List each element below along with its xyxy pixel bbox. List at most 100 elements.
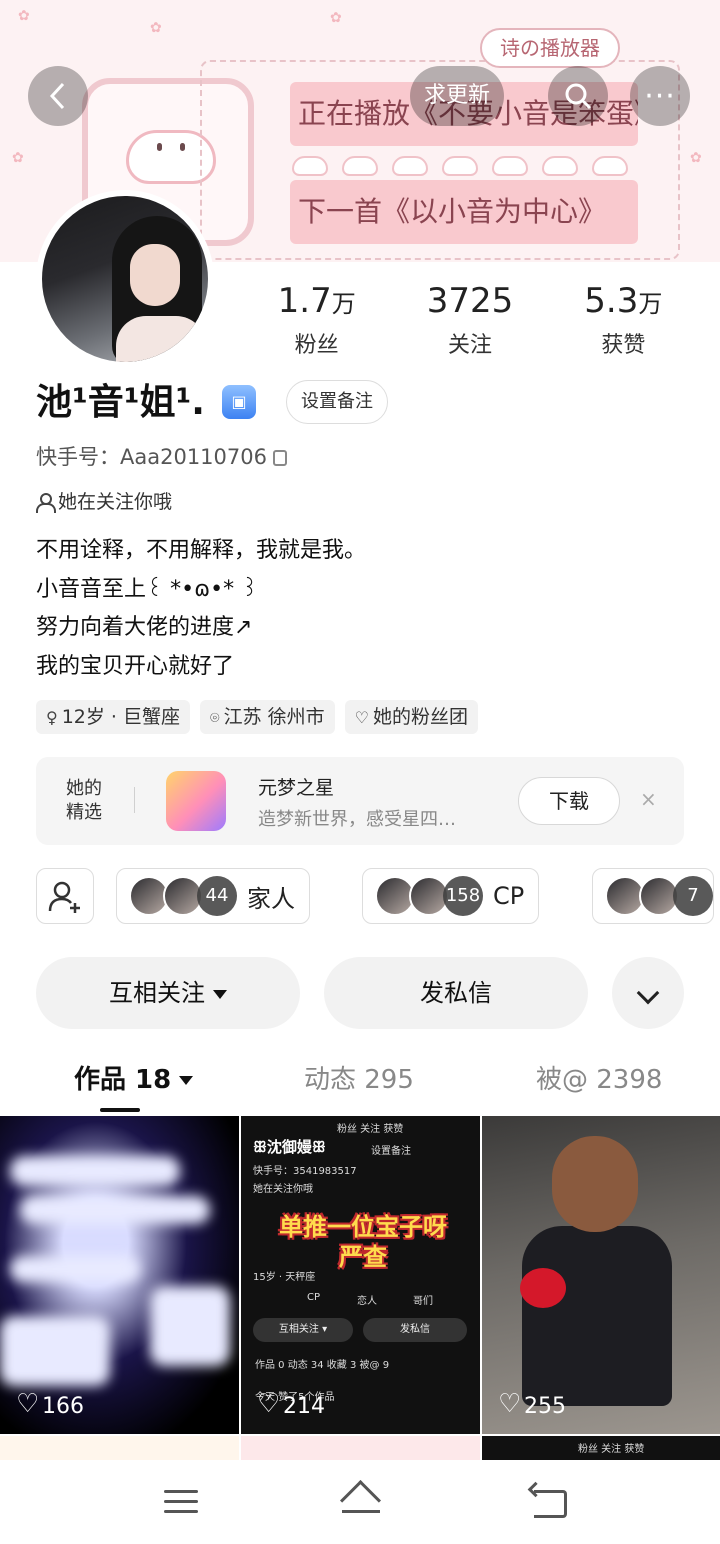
- stat-fans[interactable]: 1.7万 粉丝: [240, 280, 393, 359]
- circle-name: 家人: [247, 884, 295, 913]
- app-description: 造梦新世界，感受星四…: [258, 809, 456, 830]
- expand-button[interactable]: [612, 957, 684, 1029]
- bio-line: 努力向着大佬的进度↗: [36, 615, 253, 640]
- verified-badge-icon[interactable]: ▣: [222, 385, 256, 419]
- work-thumbnail[interactable]: 粉丝 关注 获赞 ꕥ沈御嫚ꕥ 设置备注 快手号：3541983517 她在关注你…: [241, 1116, 480, 1434]
- works-grid: 166 粉丝 关注 获赞 ꕥ沈御嫚ꕥ 设置备注 快手号：3541983517 她…: [0, 1116, 720, 1434]
- tag-text: 12岁 · 巨蟹座: [61, 706, 181, 728]
- back-button[interactable]: [28, 66, 88, 126]
- more-options-button[interactable]: ···: [630, 66, 690, 126]
- stat-likes[interactable]: 5.3万 获赞: [547, 280, 700, 359]
- search-button[interactable]: [548, 66, 608, 126]
- chevron-down-icon: [636, 981, 660, 1005]
- works-grid-row-2: 粉丝 关注 获赞: [0, 1436, 720, 1460]
- more-dots-icon: ···: [644, 78, 676, 114]
- like-count: 255: [498, 1391, 566, 1420]
- add-friend-button[interactable]: [36, 868, 94, 924]
- tag-location[interactable]: ⌾ 江苏 徐州市: [200, 700, 335, 734]
- circle-count: 7: [673, 876, 713, 916]
- system-nav-bar: [0, 1460, 720, 1544]
- like-count: 214: [257, 1391, 325, 1420]
- bio-line: 不用诠释，不用解释，我就是我。: [36, 538, 367, 563]
- rose-image: [520, 1268, 566, 1308]
- stat-label: 关注: [447, 333, 492, 358]
- tab-works[interactable]: 作品 18: [74, 1056, 194, 1104]
- mini-id: 快手号：3541983517: [253, 1166, 357, 1177]
- divider: [134, 787, 135, 813]
- tag-fan-club[interactable]: ♡ 她的粉丝团: [344, 700, 479, 734]
- work-thumbnail[interactable]: [241, 1436, 480, 1460]
- caret-down-icon: [179, 1076, 194, 1085]
- overlay-caption: 单推一位宝子呀 严查: [263, 1212, 463, 1272]
- set-remark-button[interactable]: 设置备注: [286, 380, 388, 424]
- avatar[interactable]: [36, 190, 214, 368]
- stat-value: 3725: [426, 281, 514, 321]
- add-person-icon: [48, 881, 80, 913]
- home-button[interactable]: [340, 1482, 380, 1522]
- paw-decoration: ✿: [12, 150, 24, 166]
- app-name: 元梦之星: [258, 777, 335, 799]
- like-count-value: 255: [524, 1394, 566, 1419]
- featured-card[interactable]: 她的精选 元梦之星 造梦新世界，感受星四… 下载 ×: [36, 757, 684, 845]
- stat-label: 获赞: [601, 333, 646, 358]
- circle-other[interactable]: 7: [592, 868, 714, 924]
- stat-following[interactable]: 3725 关注: [393, 280, 546, 359]
- circle-cp[interactable]: 158 CP: [362, 868, 540, 924]
- circle-name: CP: [493, 882, 525, 910]
- mini-follow-btn: 互相关注 ▾: [253, 1318, 353, 1342]
- work-thumbnail[interactable]: 255: [482, 1116, 720, 1434]
- send-message-button[interactable]: 发私信: [324, 957, 588, 1029]
- action-buttons: 互相关注 发私信: [36, 957, 684, 1029]
- circle-family[interactable]: 44 家人: [116, 868, 310, 924]
- mini-remark: 设置备注: [371, 1146, 411, 1157]
- tab-label: 作品 18: [74, 1065, 172, 1095]
- player-tag: 诗の播放器: [480, 28, 620, 68]
- overlay-line: 单推一位宝子呀: [279, 1213, 447, 1241]
- download-button[interactable]: 下载: [518, 777, 620, 825]
- mini-chip: 恋人: [357, 1296, 377, 1307]
- stat-label: 粉丝: [294, 333, 339, 358]
- paw-decoration: ✿: [330, 10, 342, 26]
- caret-down-icon: [213, 989, 227, 999]
- tag-age-zodiac: ♀ 12岁 · 巨蟹座: [36, 700, 191, 734]
- work-thumbnail[interactable]: 粉丝 关注 获赞: [482, 1436, 720, 1460]
- work-thumbnail[interactable]: 166: [0, 1116, 239, 1434]
- mini-stats: 粉丝 关注 获赞: [578, 1444, 645, 1455]
- tab-moments[interactable]: 动态 295: [304, 1056, 414, 1104]
- like-count-value: 214: [283, 1394, 325, 1419]
- profile-tags: ♀ 12岁 · 巨蟹座 ⌾ 江苏 徐州市 ♡ 她的粉丝团: [36, 700, 479, 734]
- location-icon: ⌾: [210, 708, 220, 727]
- tab-mentions[interactable]: 被@ 2398: [536, 1056, 662, 1104]
- stat-value: 5.3: [584, 281, 639, 321]
- request-update-button[interactable]: 求更新: [410, 66, 505, 126]
- tag-text: 她的粉丝团: [373, 706, 469, 728]
- mini-follows: 她在关注你哦: [253, 1184, 313, 1195]
- heart-icon: [498, 1391, 521, 1417]
- mini-chip: CP: [307, 1292, 321, 1303]
- stat-value: 1.7: [277, 281, 332, 321]
- paw-decoration: ✿: [690, 150, 702, 166]
- profile-stats: 1.7万 粉丝 3725 关注 5.3万 获赞: [240, 280, 700, 359]
- kitty-row: [292, 156, 638, 178]
- gender-icon: ♀: [46, 708, 58, 727]
- paw-decoration: ✿: [18, 8, 30, 24]
- copy-icon[interactable]: [273, 450, 287, 466]
- menu-button[interactable]: [162, 1482, 202, 1522]
- content-tabs: 作品 18 动态 295 被@ 2398: [0, 1056, 720, 1112]
- circle-count: 158: [443, 876, 483, 916]
- kuaishou-id-row: 快手号：Aaa20110706: [36, 442, 287, 472]
- tag-text: 江苏 徐州市: [223, 706, 325, 728]
- heart-icon: [16, 1391, 39, 1417]
- next-song-label: 下一首《以小音为中心》: [290, 180, 638, 244]
- close-icon[interactable]: ×: [640, 787, 657, 811]
- search-icon: [565, 83, 592, 110]
- stat-unit: 万: [638, 290, 663, 318]
- work-thumbnail[interactable]: [0, 1436, 239, 1460]
- back-nav-button[interactable]: [530, 1482, 570, 1522]
- chevron-left-icon: [49, 82, 65, 110]
- mini-title: ꕥ沈御嫚ꕥ: [253, 1138, 326, 1156]
- featured-label: 她的精选: [66, 778, 102, 823]
- follow-label: 互相关注: [109, 979, 205, 1007]
- mutual-follow-button[interactable]: 互相关注: [36, 957, 300, 1029]
- game-app-icon[interactable]: [166, 771, 226, 831]
